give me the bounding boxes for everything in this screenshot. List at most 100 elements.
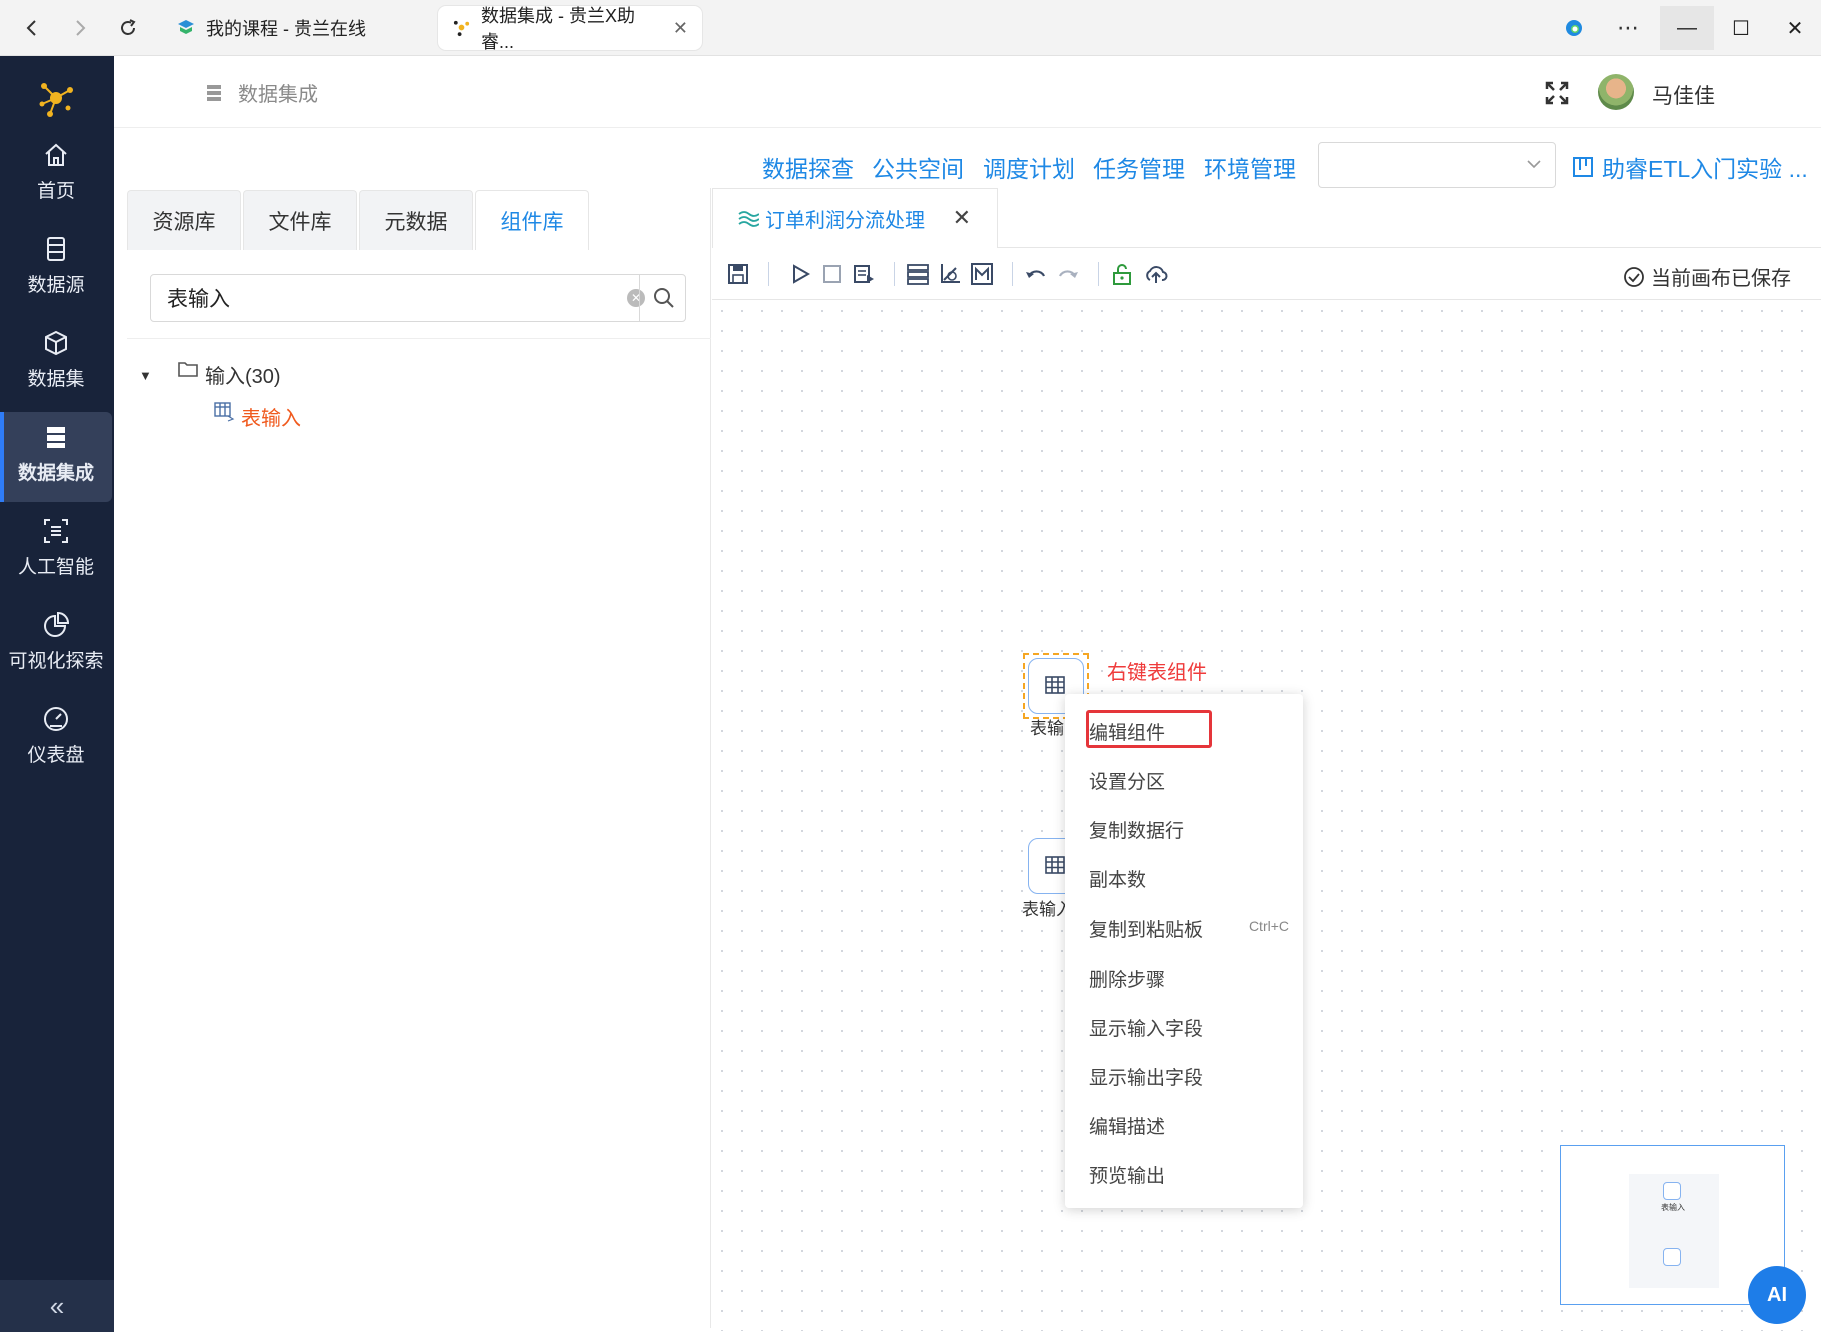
tree-folder-label[interactable]: 输入(30) xyxy=(205,360,281,389)
save-icon[interactable] xyxy=(726,262,750,286)
tab-files[interactable]: 文件库 xyxy=(243,190,357,250)
stop-icon[interactable] xyxy=(820,262,844,286)
unlock-icon[interactable] xyxy=(1110,262,1134,286)
project-name: 助睿ETL入门实验 ... xyxy=(1602,156,1808,182)
layout-icon[interactable] xyxy=(906,262,930,286)
folder-icon xyxy=(177,358,199,380)
menu-item-label: 复制到粘贴板 xyxy=(1089,920,1204,941)
sidebar-item-datasource[interactable]: 数据源 xyxy=(0,224,112,314)
metadata-icon[interactable] xyxy=(970,262,994,286)
align-icon[interactable] xyxy=(938,262,962,286)
more-icon[interactable]: ⋯ xyxy=(1610,10,1646,46)
environment-select[interactable] xyxy=(1318,142,1556,188)
nav-link-tasks[interactable]: 任务管理 xyxy=(1093,150,1185,184)
username[interactable]: 马佳佳 xyxy=(1652,80,1715,110)
node-label: 表输 xyxy=(1030,719,1064,738)
menu-item-copy-rows[interactable]: 复制数据行 xyxy=(1089,816,1289,843)
sidebar-item-label: 数据集成 xyxy=(17,463,94,484)
main-sidebar: 首页 数据源 数据集 数据集成 人工智能 可视化探索 仪表盘 « xyxy=(0,56,114,1332)
run-icon[interactable] xyxy=(788,262,812,286)
nav-link-public-space[interactable]: 公共空间 xyxy=(872,150,964,184)
maximize-icon[interactable]: ☐ xyxy=(1714,6,1768,50)
menu-item-label: 预览输出 xyxy=(1089,1166,1166,1187)
ai-assistant-button[interactable]: AI xyxy=(1748,1266,1806,1324)
menu-item-label: 副本数 xyxy=(1089,870,1147,891)
panel-tabs: 资源库 文件库 元数据 组件库 xyxy=(127,190,591,250)
nav-link-explore[interactable]: 数据探查 xyxy=(762,150,854,184)
app-logo xyxy=(32,74,80,122)
server-icon xyxy=(41,422,71,452)
sidebar-item-dashboard[interactable]: 仪表盘 xyxy=(0,694,112,784)
save-status: 当前画布已保存 xyxy=(1623,262,1791,291)
debug-icon[interactable] xyxy=(852,262,876,286)
sidebar-item-dataset[interactable]: 数据集 xyxy=(0,318,112,408)
search-input[interactable] xyxy=(151,275,685,321)
divider xyxy=(1012,262,1013,286)
canvas-toolbar: 当前画布已保存 xyxy=(712,248,1821,300)
menu-item-shortcut: Ctrl+C xyxy=(1248,918,1289,934)
menu-item-copies[interactable]: 副本数 xyxy=(1089,865,1289,892)
search-button[interactable] xyxy=(639,274,687,322)
menu-item-label: 设置分区 xyxy=(1089,772,1166,793)
menu-item-set-partition[interactable]: 设置分区 xyxy=(1089,767,1289,794)
undo-icon[interactable] xyxy=(1024,262,1048,286)
flow-icon xyxy=(737,208,760,230)
sidebar-item-visual[interactable]: 可视化探索 xyxy=(0,600,112,690)
project-icon xyxy=(1572,156,1594,178)
reload-icon[interactable] xyxy=(110,10,146,46)
menu-item-edit-component[interactable]: 编辑组件 xyxy=(1089,718,1289,745)
back-icon[interactable] xyxy=(14,10,50,46)
menu-item-label: 编辑描述 xyxy=(1089,1117,1166,1138)
pie-chart-icon xyxy=(41,610,71,640)
tab-resource[interactable]: 资源库 xyxy=(127,190,241,250)
tab-metadata[interactable]: 元数据 xyxy=(359,190,473,250)
close-icon[interactable]: ✕ xyxy=(953,205,971,231)
menu-item-label: 编辑组件 xyxy=(1089,723,1166,744)
avatar[interactable] xyxy=(1598,74,1634,110)
redo-icon[interactable] xyxy=(1056,262,1080,286)
fullscreen-icon[interactable] xyxy=(1544,80,1570,106)
menu-item-label: 显示输入字段 xyxy=(1089,1019,1204,1040)
context-menu: 编辑组件 设置分区 复制数据行 副本数 复制到粘贴板 Ctrl+C 删除步骤 显… xyxy=(1065,694,1303,1208)
upload-cloud-icon[interactable] xyxy=(1144,262,1168,286)
browser-tab-course[interactable]: 我的课程 - 贵兰在线 xyxy=(162,6,380,50)
sidebar-item-home[interactable]: 首页 xyxy=(0,130,112,220)
tab-components[interactable]: 组件库 xyxy=(475,190,589,250)
minimize-icon[interactable]: — xyxy=(1660,6,1714,50)
divider xyxy=(768,262,769,286)
close-window-icon[interactable]: ✕ xyxy=(1768,6,1821,50)
minimap-node-label: 表输入 xyxy=(1661,1203,1685,1212)
close-tab-icon[interactable]: ✕ xyxy=(673,18,688,39)
search-icon xyxy=(653,288,674,308)
browser-tab-active[interactable]: 数据集成 - 贵兰X助睿... ✕ xyxy=(438,6,702,52)
menu-item-show-input-fields[interactable]: 显示输入字段 xyxy=(1089,1014,1289,1041)
minimap-node xyxy=(1663,1248,1681,1266)
sidebar-item-label: 数据源 xyxy=(27,275,85,296)
top-navigation: 数据探查 公共空间 调度计划 任务管理 环境管理 助睿ETL入门实验 ... xyxy=(114,128,1821,188)
forward-icon[interactable] xyxy=(62,10,98,46)
breadcrumb: 数据集成 xyxy=(204,78,318,107)
canvas-tab[interactable]: 订单利润分流处理 ✕ xyxy=(712,188,998,248)
edge-icon[interactable] xyxy=(1556,10,1592,46)
menu-item-delete-step[interactable]: 删除步骤 xyxy=(1089,965,1289,992)
sidebar-item-integration[interactable]: 数据集成 xyxy=(0,412,112,502)
sidebar-collapse-button[interactable]: « xyxy=(0,1280,114,1332)
nav-link-schedule[interactable]: 调度计划 xyxy=(983,150,1075,184)
project-link[interactable]: 助睿ETL入门实验 ... xyxy=(1572,150,1808,184)
menu-item-copy-clipboard[interactable]: 复制到粘贴板 Ctrl+C xyxy=(1089,915,1289,942)
sidebar-item-label: 仪表盘 xyxy=(27,745,85,766)
menu-item-show-output-fields[interactable]: 显示输出字段 xyxy=(1089,1063,1289,1090)
menu-item-edit-description[interactable]: 编辑描述 xyxy=(1089,1112,1289,1139)
tree-leaf-label[interactable]: 表输入 xyxy=(241,402,301,431)
divider xyxy=(894,262,895,286)
caret-down-icon[interactable]: ▼ xyxy=(139,368,152,383)
menu-item-label: 复制数据行 xyxy=(1089,821,1185,842)
course-tab-icon xyxy=(176,18,196,38)
browser-toolbar: 我的课程 - 贵兰在线 数据集成 - 贵兰X助睿... ✕ ⋯ — ☐ ✕ xyxy=(0,0,1821,56)
sidebar-item-ai[interactable]: 人工智能 xyxy=(0,506,112,596)
minimap-viewport: 表输入 xyxy=(1629,1174,1719,1288)
app-header: 数据集成 马佳佳 xyxy=(114,56,1821,128)
menu-item-preview-output[interactable]: 预览输出 xyxy=(1089,1161,1289,1188)
ai-icon xyxy=(41,516,71,546)
nav-link-environment[interactable]: 环境管理 xyxy=(1204,150,1296,184)
